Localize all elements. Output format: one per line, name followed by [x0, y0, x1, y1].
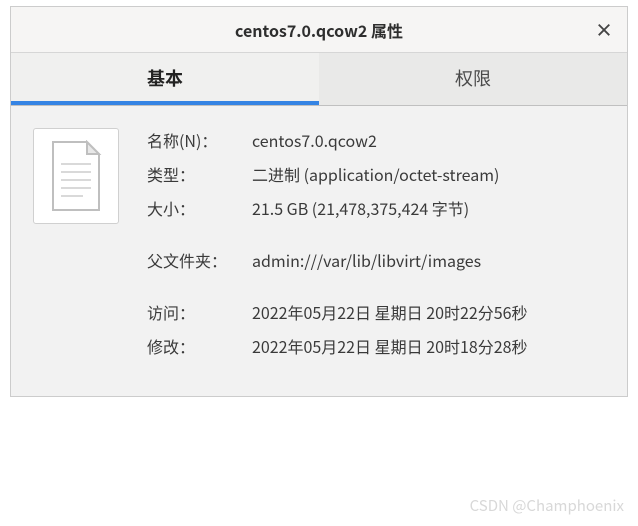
value-accessed: 2022年05月22日 星期日 20时22分56秒	[252, 300, 605, 324]
row-name: 名称(N)： centos7.0.qcow2	[147, 128, 605, 152]
properties-dialog: centos7.0.qcow2 属性 × 基本 权限 名称(N)： centos…	[10, 6, 628, 397]
dialog-title: centos7.0.qcow2 属性	[235, 18, 403, 42]
label-modified: 修改：	[147, 334, 252, 358]
row-accessed: 访问： 2022年05月22日 星期日 20时22分56秒	[147, 300, 605, 324]
row-modified: 修改： 2022年05月22日 星期日 20时18分28秒	[147, 334, 605, 358]
value-parent: admin:///var/lib/libvirt/images	[252, 248, 605, 272]
label-parent: 父文件夹：	[147, 248, 252, 272]
content-area: 名称(N)： centos7.0.qcow2 类型： 二进制 (applicat…	[11, 106, 627, 396]
row-size: 大小： 21.5 GB (21,478,375,424 字节)	[147, 196, 605, 220]
watermark: CSDN @Champhoenix	[470, 495, 624, 516]
value-modified: 2022年05月22日 星期日 20时18分28秒	[252, 334, 605, 358]
properties-list: 名称(N)： centos7.0.qcow2 类型： 二进制 (applicat…	[147, 128, 605, 368]
titlebar: centos7.0.qcow2 属性 ×	[11, 7, 627, 53]
label-accessed: 访问：	[147, 300, 252, 324]
label-name: 名称(N)：	[147, 128, 252, 152]
row-type: 类型： 二进制 (application/octet-stream)	[147, 162, 605, 186]
value-name: centos7.0.qcow2	[252, 128, 605, 152]
value-type: 二进制 (application/octet-stream)	[252, 162, 605, 186]
close-icon[interactable]: ×	[595, 17, 613, 43]
tab-bar: 基本 权限	[11, 53, 627, 106]
label-type: 类型：	[147, 162, 252, 186]
tab-permissions[interactable]: 权限	[319, 53, 627, 105]
tab-basic[interactable]: 基本	[11, 53, 319, 105]
value-size: 21.5 GB (21,478,375,424 字节)	[252, 196, 605, 220]
label-size: 大小：	[147, 196, 252, 220]
document-icon	[47, 140, 105, 212]
row-parent: 父文件夹： admin:///var/lib/libvirt/images	[147, 248, 605, 272]
file-icon-container[interactable]	[33, 128, 119, 224]
